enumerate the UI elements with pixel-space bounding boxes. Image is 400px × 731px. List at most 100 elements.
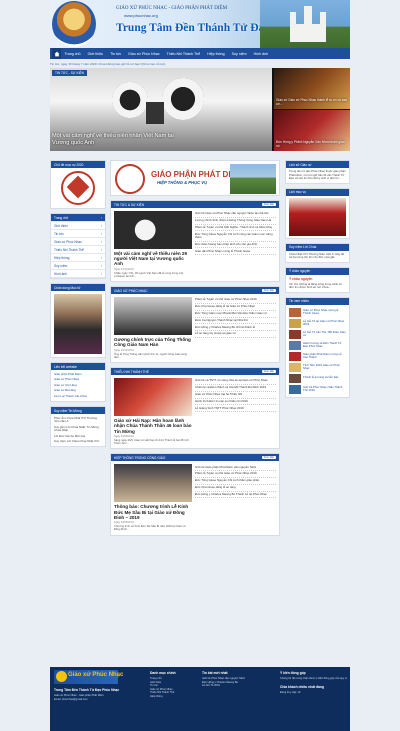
section-link[interactable]: Đức Cha Giuse dâng lễ tại Giáo xứ Phúc N… (195, 304, 276, 311)
section-link[interactable]: Lễ Giáng Sinh TNTT Phúc Nhạc 2019 (195, 405, 276, 413)
links-box: Liên kết website Giáo phận Phát Diệm Giá… (50, 362, 106, 403)
reflection-text[interactable]: Chúa Nhật XVI Thường Niên năm A: Hãy để … (286, 251, 349, 262)
featured-tag[interactable]: TIN TỨC - SỰ KIỆN (52, 70, 87, 76)
section-excerpt: Sáng ngày 20/9, Giáo xứ Hải Nạp tổ chức … (114, 438, 189, 446)
more-link[interactable]: Xem tiếp (261, 456, 276, 460)
pastoral-theme-logo[interactable] (51, 168, 105, 208)
section-link[interactable]: Phiên lễ Tuyển ưu thể Giáo xứ Phúc Nhạc … (195, 297, 276, 304)
nav-gallery[interactable]: Hình ảnh (250, 52, 272, 56)
gospel-item[interactable]: Suy niệm Lời Chúa Chúa Nhật XVI (54, 439, 102, 444)
section-link[interactable]: Đức Tổng Giám mục Phaolô Bùi Văn Đọc thă… (195, 311, 276, 318)
gospel-item[interactable]: Suy gẫm Lời Chúa Nhật: Tin Mừng Chúa Nhậ… (54, 425, 102, 434)
gospel-box: Suy niệm Tin Mừng Phúc Âm Chúa Nhật XVI … (50, 406, 106, 448)
nav-communion[interactable]: Hiệp thông (204, 52, 228, 56)
nav-children[interactable]: Thiếu Nhi Thánh Thể (163, 52, 204, 56)
section-date: Ngày 03/09/2019 (114, 521, 134, 525)
popular-item[interactable]: Giáo xứ Phúc Nhạc mừng lễ Thánh Giuse (289, 307, 346, 318)
section-link[interactable]: Lượng chính Sinh nhật Lễ Đông Thông Công… (195, 218, 276, 225)
footer-latest-item[interactable]: Lễ Giỗ Tổ 2019 (202, 684, 274, 688)
banner-title: GIÁO PHẬN PHÁT DIỆM (151, 170, 243, 179)
gospel-title: Suy niệm Tin Mừng (51, 407, 105, 415)
nav-parish[interactable]: Giáo xứ Phúc Nhạc (125, 52, 163, 56)
section-image[interactable] (114, 297, 192, 336)
prayer-box: Ý chầu nguyện Ý chầu nguyện Xin cho nhữn… (285, 266, 350, 293)
section-link[interactable]: Đức Hồng y Charles Maung Bo Thánh Lễ tại… (195, 492, 276, 499)
section-image[interactable] (114, 464, 192, 503)
section-link[interactable]: Phiên lễ Tuyển ưu thể Giáo xứ Phúc Nhạc … (195, 471, 276, 478)
section-link[interactable]: Giáo xứ Phúc Nhạc trại hè Thiếu Nhi (195, 392, 276, 399)
prayer-text: Xin cho những ai đang sống trong cảnh cô… (289, 281, 342, 289)
saint-logo[interactable] (52, 1, 96, 47)
section-link[interactable]: Chiêu lộ và Đêm thánh ca Gia Mổ Thánh Đa… (195, 385, 276, 392)
section-link[interactable]: Phiên lễ Tuyển ưu thể Kiết Nghĩa - Thánh… (195, 225, 276, 232)
pastor-photo[interactable] (54, 294, 102, 354)
section-date: Ngày 15/12/2019 (114, 348, 134, 352)
left-menu-item[interactable]: Thiếu Nhi Thánh Thể › (51, 246, 105, 254)
footer-feedback-title: Ý kiến đóng góp (280, 671, 306, 675)
section-headline[interactable]: Gương chính trực của Tổng Thống Công Giá… (114, 337, 192, 347)
home-icon[interactable] (52, 48, 61, 59)
featured-thumb[interactable]: Giáo xứ Giáo xứ Phúc Nhạc thánh lễ tạ ơn… (274, 68, 350, 109)
section-image[interactable] (114, 211, 192, 249)
section-link[interactable]: Hành trình Đức tin các em thiếu nhi 2019 (195, 399, 276, 406)
left-sidebar: Chủ đề mục vụ 2020 Trang chủ › Giới thiệu… (50, 160, 106, 451)
popular-item[interactable]: Thánh lễ an táng và tiễn biệt (289, 373, 346, 384)
more-link[interactable]: Xem tiếp (261, 289, 276, 293)
section-link[interactable]: Đêm Ca Nguyện Thánh Nhạc tại Nhà thờ (195, 318, 276, 325)
left-menu-item[interactable]: Hiệp thông › (51, 254, 105, 262)
nav-home[interactable]: Trang chủ (61, 52, 84, 56)
section-link[interactable]: Đức Cha Giuse dâng lễ an táng (195, 485, 276, 492)
section-link[interactable]: Đức Tổng Giuse Nguyễn Chí Linh thăm giáo… (195, 478, 276, 485)
section-link[interactable]: Đức Tổng Giuse Nguyễn Chí Linh cùng các … (195, 231, 276, 242)
popular-item[interactable]: Giáo phận Phát Diệm mừng Lễ Các Thánh (289, 351, 346, 362)
section-headline[interactable]: Một vài cảm nghĩ về thiếu niên 29 người … (114, 251, 192, 267)
more-link[interactable]: Xem tiếp (261, 370, 276, 374)
left-menu-item[interactable]: Suy niệm › (51, 262, 105, 270)
left-menu-item[interactable]: Giới thiệu › (51, 222, 105, 230)
gospel-item[interactable]: Phúc Âm Chúa Nhật XVI Thường niên năm A (54, 416, 102, 425)
popular-item[interactable]: Lễ Giỗ Tổ Lần Thứ 185 thăm Giáo xứ (289, 329, 346, 340)
link-item[interactable]: Liên Lục Thánh Cát Chúa (54, 394, 102, 399)
calendar-image[interactable] (289, 197, 346, 236)
featured-thumb[interactable]: Đức Hồng y Phêrô Nguyễn Văn Nhơn thăm gi… (274, 110, 350, 151)
left-menu-item[interactable]: Hình ảnh › (51, 270, 105, 278)
section-headline[interactable]: Giáo xứ Hải Nạp: Hân hoan lãnh nhận Chúa… (114, 418, 192, 434)
footer-menu-item[interactable]: Hiệp thông (150, 695, 198, 699)
footer-logo[interactable]: Giáo xứ Phúc Nhạc (54, 670, 123, 684)
featured-caption[interactable]: Một vài cảm nghĩ về thiếu niên nhân Việt… (52, 133, 192, 146)
banner-subtitle: HIỆP THÔNG & PHỤC VỤ (157, 180, 208, 185)
diocese-banner[interactable]: GIÁO PHẬN PHÁT DIỆM HIỆP THÔNG & PHỤC VỤ (110, 160, 280, 196)
featured-block: TIN TỨC - SỰ KIỆN Một vài cảm nghĩ về th… (50, 68, 350, 151)
left-menu-item[interactable]: Giáo xứ Phúc Nhạc › (51, 238, 105, 246)
pastor-box: Chân dung Mục tử (50, 283, 106, 358)
breadcrumb[interactable]: Tin tức, ngày 15 tháng 7 năm 2020: Chúa … (50, 62, 350, 67)
section-link[interactable]: Giới trẻ và TNTT xứ sống chia sẻ tại Giá… (195, 378, 276, 385)
site-footer: Giáo xứ Phúc Nhạc Trung Tâm Đền Thánh Tử… (50, 667, 350, 731)
section-link[interactable]: Lễ an táng Cụ Giuse tại giáo xứ (195, 331, 276, 338)
history-title: Lịch sử Giáo xứ (286, 161, 349, 168)
popular-item[interactable]: Giới trẻ Phúc Nhạc chầu Thánh Thể 2019 (289, 384, 346, 395)
site-header: GIÁO XỨ PHÚC NHẠC - GIÁO PHẬN PHÁT DIỆM … (50, 0, 350, 48)
section-image[interactable] (114, 378, 192, 417)
section-link[interactable]: Đức Giáo hoàng ban phép lành cho các gia… (195, 242, 276, 249)
section-link[interactable]: Giới trẻ Giáo xứ Phúc Nhạc cầu nguyện Ta… (195, 211, 276, 218)
left-menu-item[interactable]: Trang chủ › (51, 214, 105, 222)
popular-item[interactable]: Tĩnh Tâm 2019 Giáo xứ Phúc Nhạc (289, 362, 346, 373)
featured-main-story[interactable]: TIN TỨC - SỰ KIỆN Một vài cảm nghĩ về th… (50, 68, 272, 151)
popular-item[interactable]: Lễ Giỗ Tổ tại Giáo xứ Phúc Nhạc 2019 (289, 318, 346, 329)
section-excerpt: Chương trình Lễ Kính Đức Mẹ Sầu Bi năm 2… (114, 525, 186, 532)
nav-news[interactable]: Tin tức (107, 52, 125, 56)
nav-reflection[interactable]: Suy niệm (228, 52, 250, 56)
left-menu-item[interactable]: Tin tức › (51, 230, 105, 238)
footer-visitors-count: Đang truy cập: 12 (280, 690, 301, 694)
popular-item[interactable]: Hành hương về Đền Thánh Tử Đạo Phúc Nhạc (289, 340, 346, 351)
section-link[interactable]: Giáo dân Phúc Nhạc mừng lễ Thánh Giuse (195, 248, 276, 256)
more-link[interactable]: Xem tiếp (261, 203, 276, 206)
section-headline[interactable]: Thông báo: Chương trình Lễ Kính Đức Mẹ S… (114, 504, 192, 520)
nav-about[interactable]: Giới thiệu (84, 52, 107, 56)
reflection-box: Suy niệm Lời Chúa Chúa Nhật XVI Thường N… (285, 242, 350, 263)
section-date: Ngày 07/11/2019 (114, 267, 134, 271)
popular-box: Tin xem nhiều Giáo xứ Phúc Nhạc mừng lễ … (285, 296, 350, 398)
links-title: Liên kết website (51, 363, 105, 370)
pastor-title: Chân dung Mục tử (51, 284, 105, 291)
